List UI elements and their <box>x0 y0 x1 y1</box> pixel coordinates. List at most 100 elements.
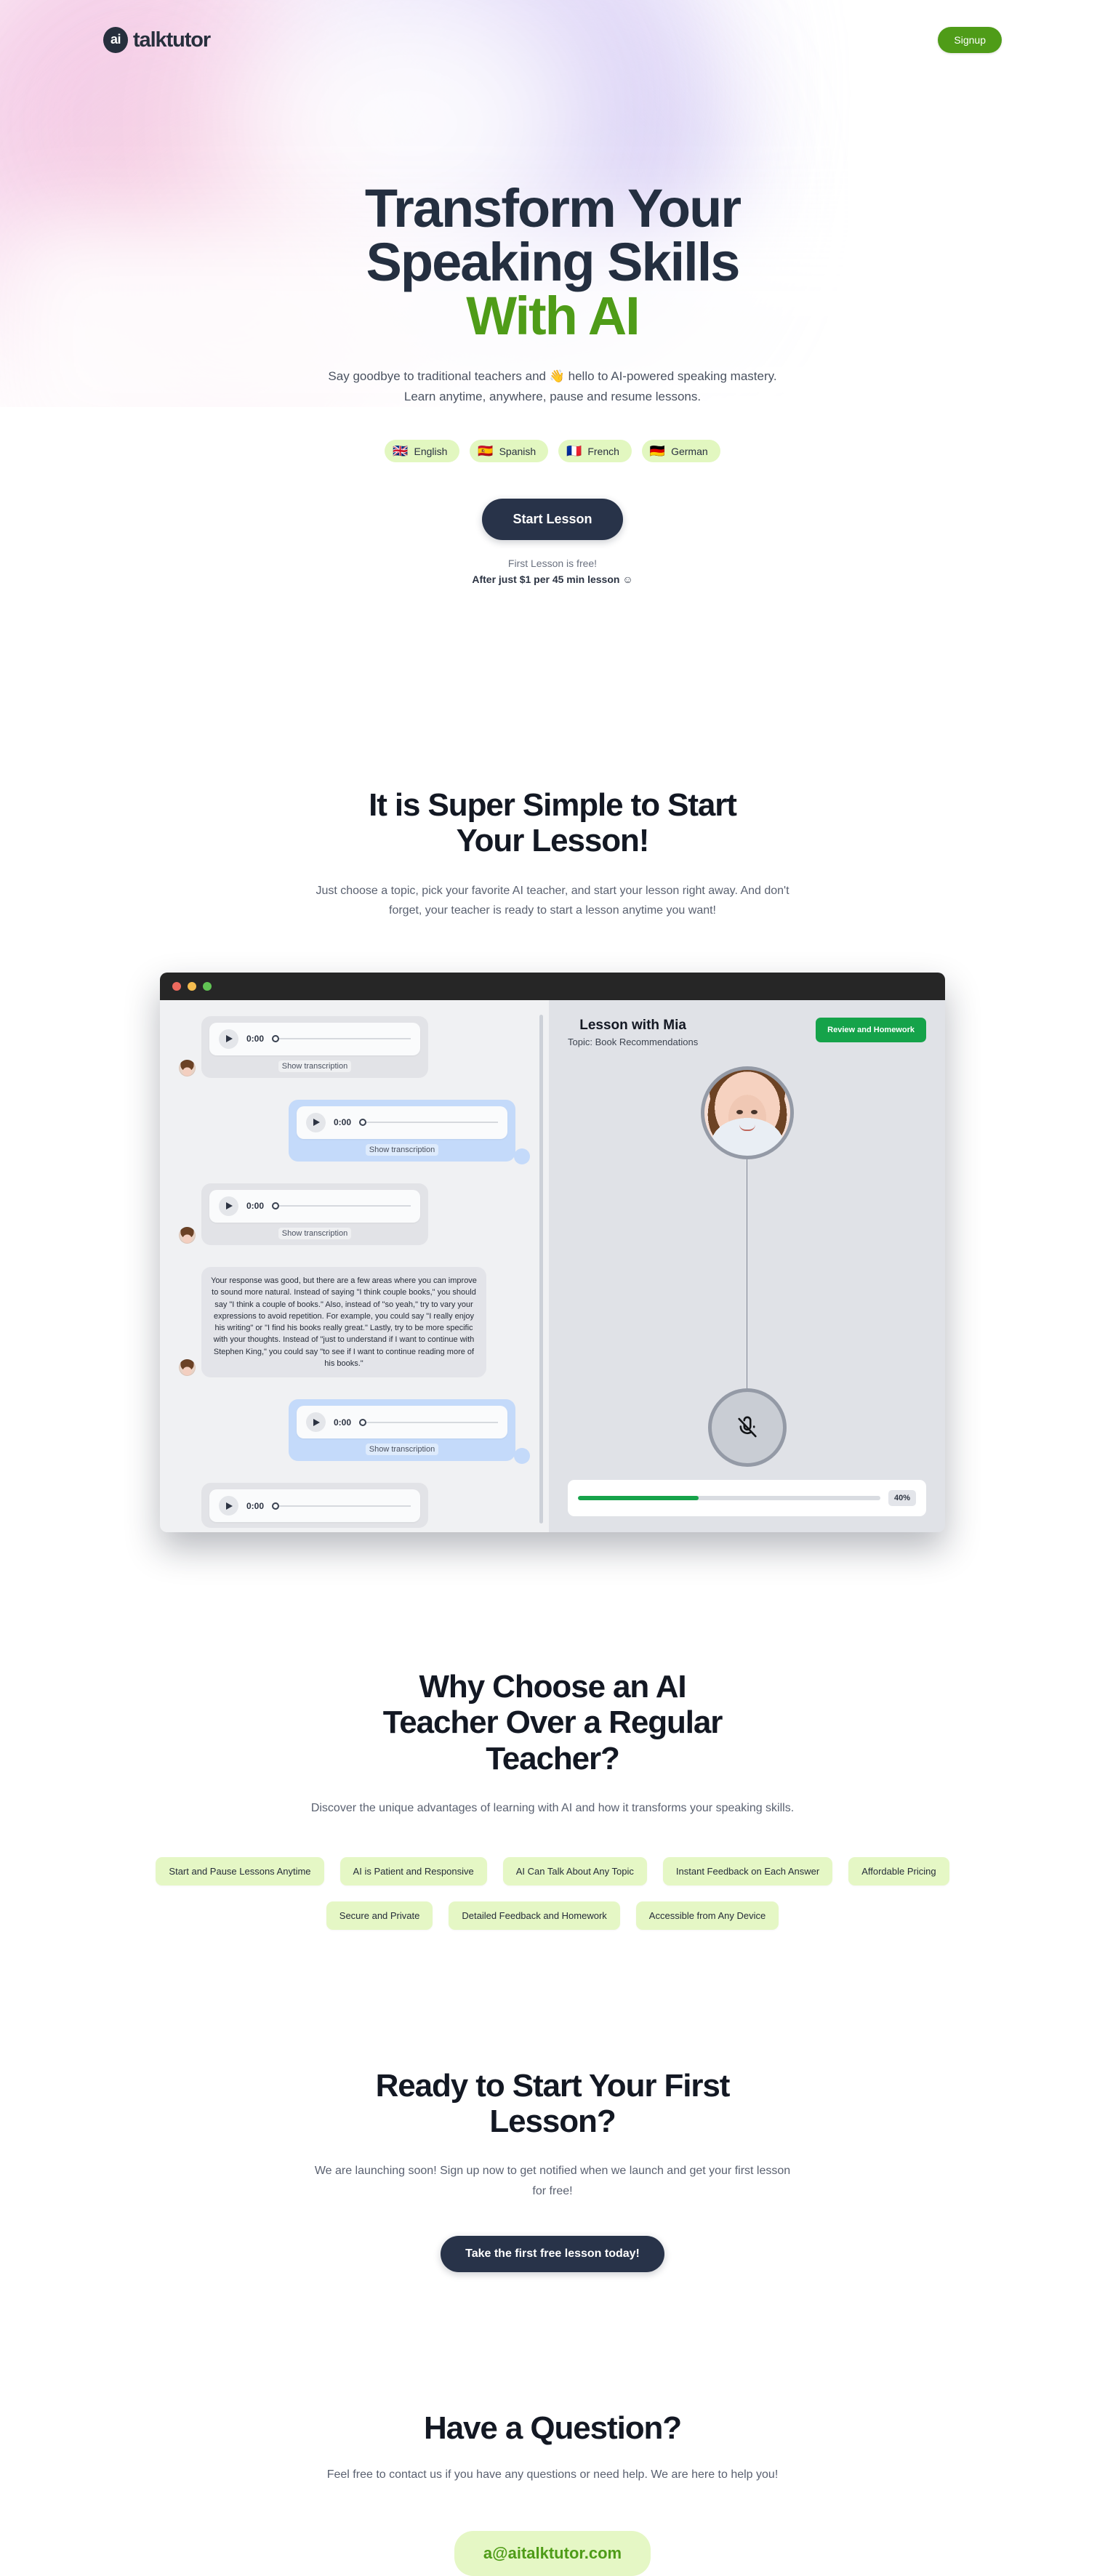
feature-pill-row-1: Start and Pause Lessons Anytime AI is Pa… <box>98 1856 1007 1885</box>
pricing-note: After just $1 per 45 min lesson ☺ <box>472 573 633 586</box>
ready-section: Ready to Start Your First Lesson? We are… <box>0 1930 1105 2272</box>
audio-seek-slider[interactable] <box>272 1202 411 1210</box>
brand-name: talktutor <box>133 28 211 52</box>
flag-germany-icon: 🇩🇪 <box>649 444 666 459</box>
audio-player: 0:00 <box>297 1106 507 1139</box>
take-first-free-lesson-button[interactable]: Take the first free lesson today! <box>441 2235 664 2272</box>
feedback-message-bubble: Your response was good, but there are a … <box>201 1266 486 1378</box>
play-icon[interactable] <box>219 1029 238 1049</box>
language-label-spanish: Spanish <box>499 445 537 457</box>
audio-timestamp: 0:00 <box>334 1117 352 1128</box>
brand-logo[interactable]: ai talktutor <box>103 27 211 53</box>
window-titlebar <box>160 972 945 1000</box>
chat-message-row: 0:00 Show transcription <box>179 1015 530 1078</box>
lesson-stage <box>568 1047 926 1467</box>
audio-seek-slider[interactable] <box>359 1119 498 1127</box>
chat-message-row: 0:00 <box>179 1483 530 1529</box>
play-icon[interactable] <box>306 1112 326 1132</box>
avatar-eye-right-icon <box>750 1110 758 1115</box>
review-and-homework-button[interactable]: Review and Homework <box>816 1017 926 1042</box>
flag-france-icon: 🇫🇷 <box>566 444 582 459</box>
feature-pill-patient[interactable]: AI is Patient and Responsive <box>339 1856 487 1885</box>
play-icon[interactable] <box>306 1412 326 1433</box>
ai-badge-icon: ai <box>103 27 128 53</box>
show-transcription-button[interactable]: Show transcription <box>365 1444 439 1456</box>
lesson-progress-bar: 40% <box>568 1479 926 1516</box>
language-label-english: English <box>414 445 448 457</box>
language-selector: 🇬🇧 English 🇪🇸 Spanish 🇫🇷 French 🇩🇪 Germa… <box>0 440 1105 463</box>
hero-subtitle: Say goodbye to traditional teachers and … <box>328 369 777 403</box>
why-choose-title: Why Choose an AI Teacher Over a Regular … <box>0 1669 1105 1776</box>
ready-lead: We are launching soon! Sign up now to ge… <box>314 2165 791 2197</box>
language-pill-spanish[interactable]: 🇪🇸 Spanish <box>470 440 549 463</box>
chat-scrollbar[interactable] <box>539 1014 543 1524</box>
progress-track <box>578 1495 880 1500</box>
play-icon[interactable] <box>219 1196 238 1216</box>
slider-track <box>279 1038 411 1040</box>
audio-timestamp: 0:00 <box>246 1500 265 1511</box>
feature-pill-secure[interactable]: Secure and Private <box>326 1901 433 1930</box>
feature-pill-start-pause[interactable]: Start and Pause Lessons Anytime <box>156 1856 324 1885</box>
slider-knob[interactable] <box>272 1035 280 1043</box>
window-minimize-icon[interactable] <box>188 981 196 991</box>
audio-timestamp: 0:00 <box>246 1201 265 1212</box>
lesson-topic: Topic: Book Recommendations <box>568 1036 699 1047</box>
chat-message-row: Your response was good, but there are a … <box>179 1266 530 1378</box>
play-icon[interactable] <box>219 1496 238 1516</box>
audio-seek-slider[interactable] <box>359 1418 498 1426</box>
slider-track <box>279 1205 411 1207</box>
signup-button[interactable]: Signup <box>938 27 1002 53</box>
audio-seek-slider[interactable] <box>272 1502 411 1510</box>
audio-player: 0:00 <box>209 1189 420 1223</box>
why-title-line-3: Teacher? <box>486 1740 620 1776</box>
hero-title: Transform Your Speaking Skills With AI <box>0 182 1105 343</box>
avatar-eye-left-icon <box>736 1110 744 1115</box>
slider-knob[interactable] <box>272 1202 280 1210</box>
contact-email-link[interactable]: a@aitalktutor.com <box>454 2531 651 2576</box>
site-header: ai talktutor Signup <box>0 0 1105 80</box>
teacher-avatar-icon <box>179 1059 196 1076</box>
feature-pill-instant-feedback[interactable]: Instant Feedback on Each Answer <box>662 1856 833 1885</box>
question-section: Have a Question? Feel free to contact us… <box>0 2272 1105 2576</box>
feature-pill-affordable[interactable]: Affordable Pricing <box>848 1856 949 1885</box>
slider-knob[interactable] <box>359 1119 367 1127</box>
window-maximize-icon[interactable] <box>203 981 212 991</box>
show-transcription-button[interactable]: Show transcription <box>278 1060 352 1072</box>
how-it-works-title-line-2: Your Lesson! <box>456 823 650 859</box>
chat-message-row: 0:00 Show transcription <box>179 1399 530 1465</box>
avatar-smile-icon <box>739 1124 755 1132</box>
audio-player: 0:00 <box>209 1022 420 1055</box>
chat-panel: 0:00 Show transcription 0:00 Show transc… <box>160 999 549 1532</box>
ready-cta-group: Take the first free lesson today! <box>0 2235 1105 2272</box>
lesson-title: Lesson with Mia <box>579 1017 686 1033</box>
slider-knob[interactable] <box>359 1418 367 1426</box>
flag-uk-icon: 🇬🇧 <box>393 444 409 459</box>
audio-message-bubble: 0:00 <box>201 1483 428 1529</box>
feature-pill-detailed-feedback[interactable]: Detailed Feedback and Homework <box>449 1901 620 1930</box>
ready-title: Ready to Start Your First Lesson? <box>0 2068 1105 2140</box>
feature-pill-any-device[interactable]: Accessible from Any Device <box>635 1901 779 1930</box>
teacher-avatar-icon <box>179 1359 196 1377</box>
flag-spain-icon: 🇪🇸 <box>478 444 494 459</box>
hero-title-line-1: Transform Your <box>364 178 742 238</box>
audio-seek-slider[interactable] <box>272 1035 411 1043</box>
show-transcription-button[interactable]: Show transcription <box>278 1227 352 1239</box>
hero-title-line-2: Speaking Skills <box>366 232 741 292</box>
progress-percent-label: 40% <box>888 1489 916 1506</box>
slider-knob[interactable] <box>272 1502 280 1510</box>
bubble-tail <box>514 1148 530 1164</box>
show-transcription-button[interactable]: Show transcription <box>365 1143 439 1156</box>
language-pill-german[interactable]: 🇩🇪 German <box>641 440 720 463</box>
language-pill-french[interactable]: 🇫🇷 French <box>558 440 632 463</box>
hero-section: Transform Your Speaking Skills With AI S… <box>0 80 1105 586</box>
teacher-avatar-icon <box>179 1226 196 1244</box>
slider-track <box>366 1122 498 1124</box>
window-close-icon[interactable] <box>172 981 181 991</box>
slider-track <box>279 1505 411 1507</box>
start-lesson-button[interactable]: Start Lesson <box>482 499 623 541</box>
how-it-works-lead: Just choose a topic, pick your favorite … <box>316 884 789 917</box>
feature-pill-any-topic[interactable]: AI Can Talk About Any Topic <box>502 1856 647 1885</box>
how-it-works-title: It is Super Simple to Start Your Lesson! <box>0 787 1105 859</box>
microphone-mute-button[interactable] <box>707 1388 787 1467</box>
language-pill-english[interactable]: 🇬🇧 English <box>385 440 460 463</box>
